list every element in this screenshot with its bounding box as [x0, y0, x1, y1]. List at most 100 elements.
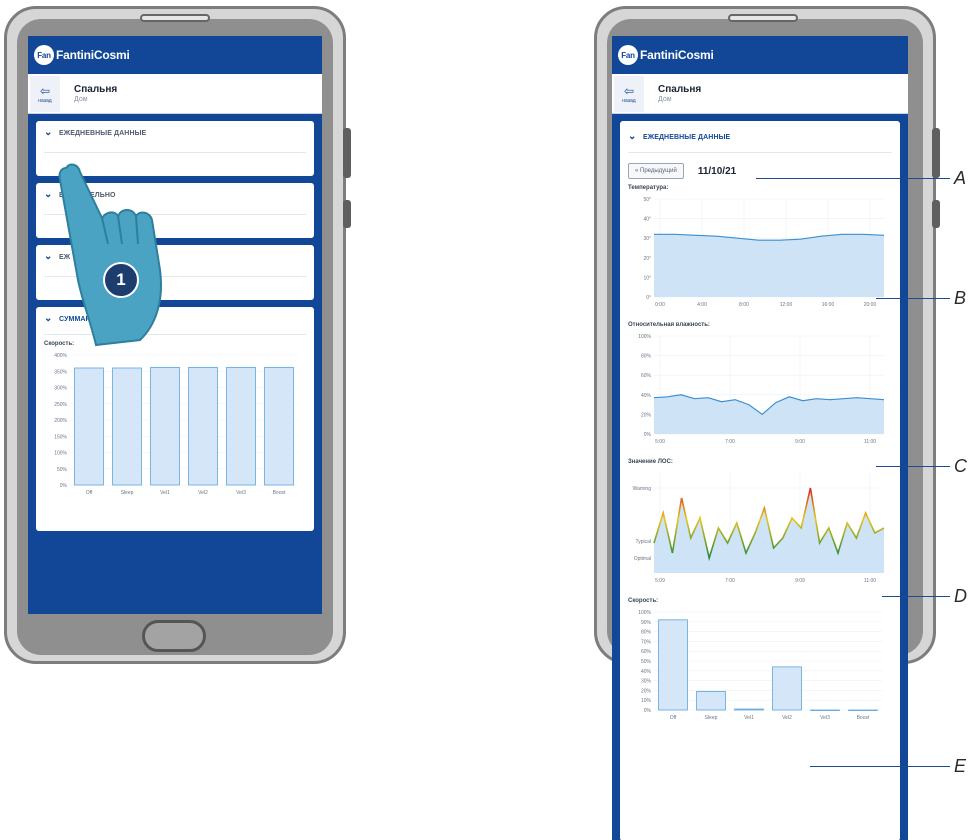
- left-home-button[interactable]: [142, 620, 206, 652]
- voc-chart: Warning Typical Optimal 5:09 7:00 9:09 11:00: [633, 473, 885, 584]
- brand-logo: Fan FantiniCosmi: [34, 45, 130, 65]
- temperature-chart: 50° 40° 30° 20° 10° 0° 0:00 4:00 8:00 12:00 16:00 2…: [643, 197, 885, 308]
- x-tick-label: Off: [86, 490, 93, 496]
- x-tick-label: 4:00: [697, 302, 707, 308]
- y-tick-label: Optimal: [634, 556, 651, 562]
- y-tick-label: 300%: [54, 386, 67, 392]
- chevron-down-icon: ⌄: [44, 127, 53, 138]
- chart-bar: [848, 709, 878, 711]
- room-title: Спальня: [658, 84, 702, 95]
- x-tick-label: 11:00: [864, 439, 876, 445]
- y-tick-label: 40°: [643, 217, 651, 223]
- x-tick-label: Vel3: [820, 715, 830, 721]
- back-label: назад: [38, 97, 52, 104]
- section-daily-expanded: ⌄ ЕЖЕДНЕВНЫЕ ДАННЫЕ « Предыдущий 11/10/2…: [620, 121, 900, 840]
- callout-d: D: [954, 586, 967, 606]
- y-tick-label: 150%: [54, 434, 67, 440]
- y-tick-label: 0%: [644, 432, 652, 438]
- divider: [628, 152, 892, 153]
- room-subtitle: Дом: [74, 96, 88, 103]
- x-tick-label: 9:00: [795, 439, 805, 445]
- y-tick-label: 80%: [641, 630, 652, 636]
- x-tick-label: Boost: [857, 715, 870, 721]
- x-tick-label: 9:09: [795, 578, 805, 584]
- x-tick-label: Vel2: [198, 490, 208, 496]
- x-tick-label: 7:00: [725, 578, 735, 584]
- series-area: [654, 394, 884, 434]
- summary-speed-chart: 400%350%300%250%200%150%100%50%0%Off Slee…: [54, 353, 298, 496]
- chart-bar: [150, 366, 180, 486]
- x-tick-label: Vel1: [744, 715, 754, 721]
- right-speaker: [728, 14, 798, 22]
- y-tick-label: 50%: [57, 467, 68, 473]
- x-tick-label: 5:00: [655, 439, 665, 445]
- chart-bar: [264, 366, 294, 486]
- x-tick-label: Vel3: [236, 490, 246, 496]
- y-tick-label: 30%: [641, 679, 652, 685]
- callout-e: E: [954, 756, 967, 776]
- y-tick-label: 60%: [641, 649, 652, 655]
- back-arrow-icon: ⇦: [39, 83, 51, 98]
- y-tick-label: 40%: [641, 669, 652, 675]
- chart-bar: [734, 708, 764, 711]
- chevron-down-icon[interactable]: ⌄: [628, 132, 637, 142]
- y-tick-label: 90%: [641, 620, 652, 626]
- chevron-down-icon: ⌄: [44, 189, 53, 200]
- y-tick-label: 40%: [641, 393, 652, 399]
- chart-bar: [188, 366, 218, 486]
- x-tick-label: Vel1: [160, 490, 170, 496]
- logo-text: FantiniCosmi: [640, 48, 714, 62]
- chart-bar: [226, 366, 256, 486]
- x-tick-label: 0:00: [655, 302, 665, 308]
- room-bar: ⇦ назад Спальня Дом: [28, 74, 322, 114]
- chevron-down-icon: ⌄: [44, 313, 53, 324]
- x-tick-label: 8:00: [739, 302, 749, 308]
- room-subtitle: Дом: [658, 96, 672, 103]
- callout-a: A: [954, 168, 967, 188]
- back-button[interactable]: ⇦ назад: [614, 75, 644, 112]
- x-tick-label: 12:00: [780, 302, 793, 308]
- y-tick-label: Warning: [633, 486, 652, 492]
- section-daily-label: ЕЖЕДНЕВНЫЕ ДАННЫЕ: [59, 130, 147, 137]
- y-tick-label: 100%: [54, 451, 67, 457]
- y-tick-label: 0%: [60, 483, 68, 489]
- y-tick-label: 0°: [646, 295, 651, 301]
- callout-line-a: [756, 178, 950, 179]
- back-label: назад: [622, 97, 636, 104]
- y-tick-label: 70%: [641, 639, 652, 645]
- x-tick-label: 20:00: [864, 302, 877, 308]
- right-volume-button: [932, 128, 940, 178]
- callout-line-b: [876, 298, 950, 299]
- back-arrow-icon: ⇦: [623, 83, 635, 98]
- y-tick-label: 10%: [641, 698, 652, 704]
- logo-mark: Fan: [34, 45, 54, 65]
- left-power-button: [343, 200, 351, 228]
- chevron-down-icon: ⌄: [44, 251, 53, 262]
- y-tick-label: 100%: [638, 610, 651, 616]
- divider: [44, 152, 306, 153]
- chart-bar: [810, 709, 840, 711]
- previous-day-button[interactable]: « Предыдущий: [628, 163, 684, 179]
- x-tick-label: Vel2: [782, 715, 792, 721]
- right-screen: Fan FantiniCosmi ⇦ назад Спальня Дом ⌄ Е…: [612, 36, 908, 840]
- humidity-chart: 100% 80% 60% 40% 20% 0%5:00 7:00 9:00 11:00: [638, 334, 885, 445]
- y-tick-label: 350%: [54, 369, 67, 375]
- left-speaker: [140, 14, 210, 22]
- room-title: Спальня: [74, 84, 118, 95]
- y-tick-label: 60%: [641, 373, 652, 379]
- step-badge: 1: [103, 262, 139, 298]
- x-tick-label: 16:00: [822, 302, 835, 308]
- back-button[interactable]: ⇦ назад: [30, 75, 60, 112]
- humidity-label: Относительная влажность:: [628, 322, 710, 328]
- y-tick-label: 50%: [641, 659, 652, 665]
- y-tick-label: 50°: [643, 197, 651, 203]
- x-tick-label: Off: [670, 715, 677, 721]
- right-power-button: [932, 200, 940, 228]
- speed-chart: 100% 90% 80% 70% 60% 50% 40% 30% 20% 10% 0% Off Slee…: [638, 610, 882, 721]
- chart-bar: [112, 367, 142, 486]
- date-value: 11/10/21: [697, 165, 737, 177]
- y-tick-label: 80%: [641, 354, 652, 360]
- y-tick-label: 10°: [643, 275, 651, 281]
- pointing-hand-icon: [58, 163, 162, 347]
- app-header: Fan FantiniCosmi: [28, 36, 322, 74]
